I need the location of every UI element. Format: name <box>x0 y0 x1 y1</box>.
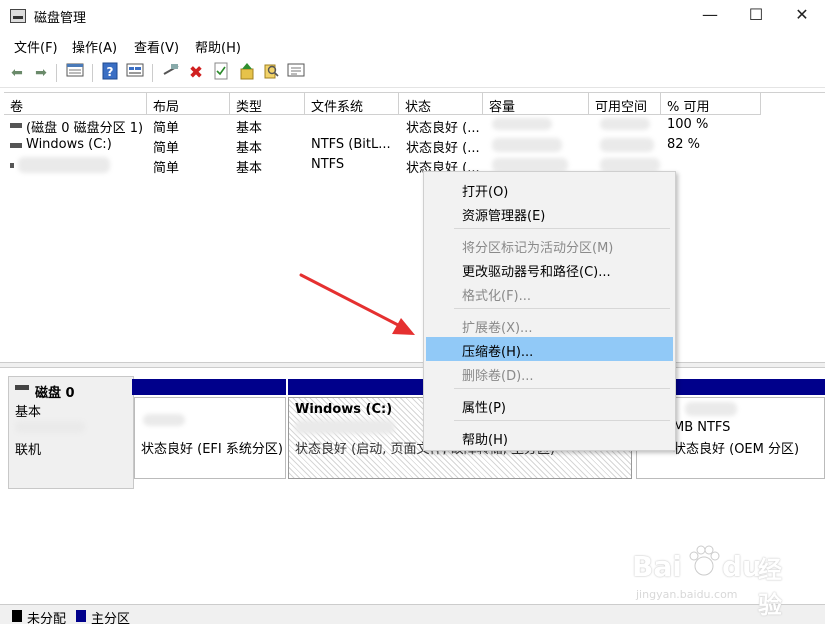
watermark-url: jingyan.baidu.com <box>636 588 738 601</box>
watermark-brand: Bai <box>632 550 682 583</box>
watermark-brand-2: du <box>722 550 762 583</box>
annotation-arrow-icon <box>299 273 415 335</box>
watermark-suffix: 经验 <box>758 556 782 619</box>
paw-icon <box>689 545 720 576</box>
